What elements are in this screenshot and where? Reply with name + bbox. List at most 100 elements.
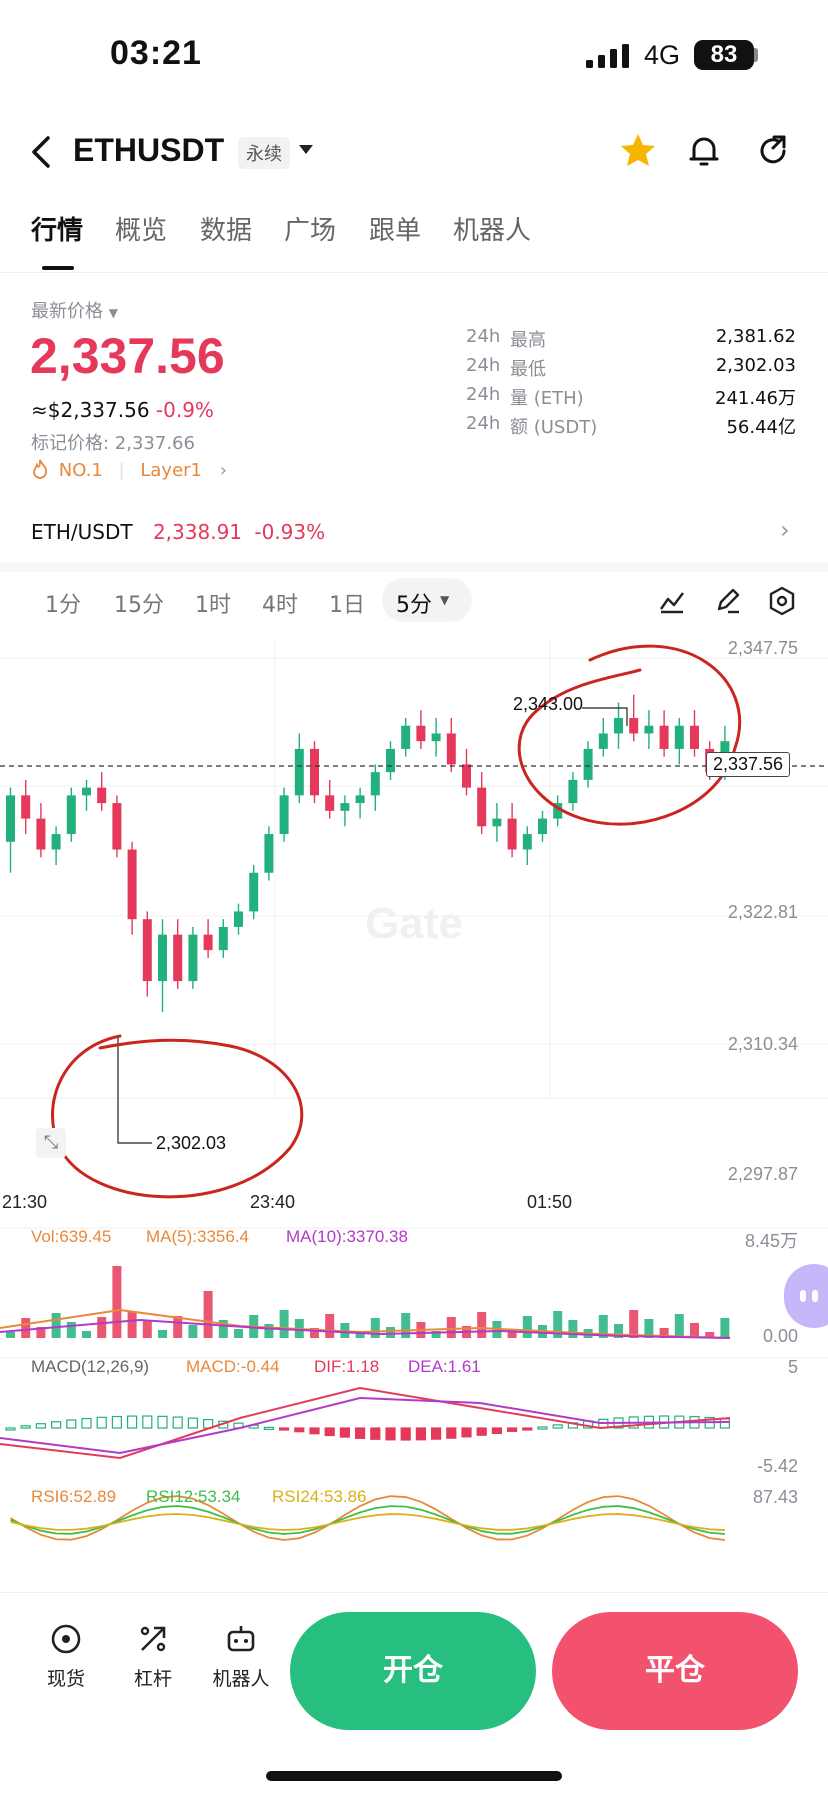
tab-market[interactable]: 行情 <box>31 210 83 247</box>
timeframe-1m[interactable]: 1分 <box>45 587 81 619</box>
volume-bar <box>325 1314 335 1338</box>
macd-bar <box>461 1427 472 1438</box>
volume-bar <box>674 1314 684 1338</box>
macd-bar <box>370 1427 381 1440</box>
vol-ma10-label: MA(10):3370.38 <box>286 1227 408 1246</box>
vol-ma5-label: MA(5):3356.4 <box>146 1227 249 1246</box>
candle-body <box>477 787 487 827</box>
tab-square[interactable]: 广场 <box>284 210 336 247</box>
macd-bar <box>35 1423 47 1429</box>
star-icon[interactable] <box>618 131 658 171</box>
y-tick: 2,322.81 <box>727 902 798 922</box>
stat-period: 24h <box>466 355 501 376</box>
tab-data[interactable]: 数据 <box>200 210 252 247</box>
candle-body <box>51 834 61 850</box>
expand-icon[interactable]: ⤡ <box>36 1128 66 1158</box>
nav-leverage[interactable]: 杠杆 <box>117 1622 189 1691</box>
symbol-dropdown-icon[interactable] <box>299 145 313 154</box>
tab-overview[interactable]: 概览 <box>115 210 167 247</box>
candle-body <box>249 872 259 912</box>
nav-spot[interactable]: 现货 <box>30 1622 102 1691</box>
timeframe-1h[interactable]: 1时 <box>195 587 231 619</box>
low-marker-label: 2,302.03 <box>156 1133 227 1153</box>
macd-label: MACD(12,26,9) <box>31 1357 150 1376</box>
macd-bar <box>96 1416 107 1429</box>
candle-body <box>234 911 243 927</box>
close-position-button[interactable]: 平仓 <box>552 1612 798 1730</box>
category-text: Layer1 <box>140 460 202 481</box>
macd-bar <box>111 1415 123 1429</box>
symbol-title[interactable]: ETHUSDT <box>73 132 224 169</box>
macd-dea: DEA:1.61 <box>408 1357 481 1376</box>
timeframe-4h[interactable]: 4时 <box>262 587 298 619</box>
spot-pair-row[interactable]: ETH/USDT 2,338.91 -0.93% <box>31 520 325 544</box>
vol-label: Vol:639.45 <box>31 1227 112 1246</box>
nav-bot[interactable]: 机器人 <box>203 1622 279 1691</box>
volume-bar <box>720 1318 730 1338</box>
timeframe-15m[interactable]: 15分 <box>114 587 164 619</box>
stat-value: 56.44亿 <box>726 417 796 438</box>
chevron-right-icon[interactable]: › <box>780 516 790 544</box>
section-divider <box>0 562 828 572</box>
candle-body <box>21 795 31 819</box>
timeframe-1d[interactable]: 1日 <box>329 587 365 619</box>
stat-value: 2,381.62 <box>715 326 796 347</box>
candle-body <box>310 748 319 796</box>
low-marker-line <box>117 1038 152 1144</box>
volume-bar <box>51 1313 61 1338</box>
nav-leverage-label: 杠杆 <box>133 1668 172 1690</box>
volume-bar <box>127 1312 137 1338</box>
x-tick: 23:40 <box>250 1192 296 1212</box>
volume-bar <box>142 1321 152 1338</box>
latest-price-label[interactable]: 最新价格 ▼ <box>31 297 118 323</box>
candle-body <box>36 818 46 850</box>
rank-row[interactable]: NO.1 | Layer1 › <box>31 459 227 481</box>
macd-bar <box>324 1427 335 1437</box>
y-tick: 2,347.75 <box>727 638 798 658</box>
stat-label: 量 (ETH) <box>510 388 584 409</box>
indicator-icon[interactable] <box>658 587 686 615</box>
signal-icon <box>586 44 629 68</box>
vol-top-value: 8.45万 <box>744 1231 798 1251</box>
main-tabs: 行情 概览 数据 广场 跟单 机器人 <box>0 210 828 270</box>
candle-body <box>188 934 198 982</box>
macd-bar <box>279 1427 290 1431</box>
candle-body <box>614 717 623 734</box>
battery-tip <box>754 48 758 62</box>
tab-copy-trade[interactable]: 跟单 <box>369 210 421 247</box>
network-type: 4G <box>644 40 681 70</box>
battery-icon: 83 <box>694 40 754 70</box>
macd-bar <box>507 1427 518 1432</box>
kline-chart[interactable]: Gate <box>0 638 828 1588</box>
macd-bar <box>172 1416 183 1429</box>
volume-bar <box>6 1332 15 1338</box>
settings-hex-icon[interactable] <box>768 586 796 616</box>
bell-icon[interactable] <box>684 131 724 171</box>
y-tick: 2,310.34 <box>727 1034 798 1054</box>
rsi24-label: RSI24:53.86 <box>272 1487 367 1506</box>
tab-bot[interactable]: 机器人 <box>453 210 531 247</box>
draw-pen-icon[interactable] <box>714 586 742 614</box>
rank-text: NO.1 <box>58 460 103 481</box>
vol-bottom-value: 0.00 <box>762 1326 798 1346</box>
back-arrow-icon[interactable] <box>28 132 56 172</box>
volume-bar <box>173 1316 183 1338</box>
candle-body <box>6 795 15 842</box>
share-icon[interactable] <box>754 131 794 171</box>
volume-bar <box>21 1318 31 1338</box>
candle-body <box>492 818 502 827</box>
candle-body <box>355 795 365 804</box>
macd-bar <box>263 1426 274 1430</box>
open-position-button[interactable]: 开仓 <box>290 1612 536 1730</box>
stat-value: 2,302.03 <box>715 355 796 376</box>
price-change: -0.9% <box>155 398 214 422</box>
candle-body <box>674 725 684 749</box>
volume-bar <box>264 1324 274 1338</box>
latest-price-label-text: 最新价格 <box>31 301 103 322</box>
candle-body <box>325 795 335 811</box>
macd-bar <box>81 1417 92 1429</box>
volume-bar <box>279 1310 289 1338</box>
volume-bar <box>234 1329 243 1338</box>
x-tick: 21:30 <box>2 1192 48 1212</box>
macd-bar <box>491 1427 502 1434</box>
